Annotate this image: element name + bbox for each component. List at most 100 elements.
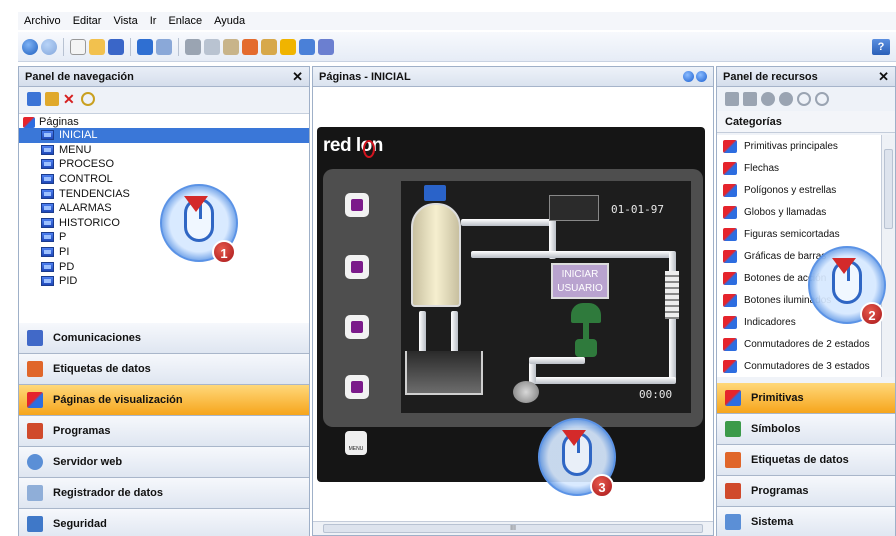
find-icon[interactable] <box>261 38 277 55</box>
copy-icon[interactable] <box>204 38 220 55</box>
hmi-side-button[interactable] <box>345 315 369 339</box>
scroll-thumb[interactable]: III <box>323 524 703 533</box>
menu-vista[interactable]: Vista <box>113 15 137 27</box>
horizontal-scrollbar[interactable]: III <box>313 521 713 535</box>
tree-item-menu[interactable]: MENU <box>19 143 309 158</box>
resources-panel-title: Panel de recursos <box>723 70 818 83</box>
home-icon[interactable] <box>725 92 739 106</box>
category-label: Globos y llamadas <box>744 206 827 218</box>
tool-icon[interactable] <box>318 38 334 55</box>
resource-programas[interactable]: Programas <box>717 476 895 507</box>
nav-servidor-web[interactable]: Servidor web <box>19 447 309 478</box>
close-icon[interactable]: ✕ <box>292 69 303 85</box>
page-icon <box>41 247 54 258</box>
hmi-menu-button[interactable]: MENU <box>345 431 367 455</box>
close-icon[interactable]: ✕ <box>878 69 889 85</box>
paste-icon[interactable] <box>223 38 239 55</box>
resource-primitivas[interactable]: Primitivas <box>717 383 895 414</box>
save-icon[interactable] <box>108 38 124 55</box>
new-folder-icon[interactable] <box>45 92 59 106</box>
toolbar-separator <box>130 37 131 56</box>
search-icon[interactable] <box>797 92 811 106</box>
menu-ir[interactable]: Ir <box>150 15 157 27</box>
tree-item-label: MENU <box>59 143 92 156</box>
help-icon[interactable]: ? <box>872 39 890 55</box>
hmi-canvas[interactable]: red lon 01-01-97 INICIAR USUARIO 00:00 M… <box>317 127 705 482</box>
resource-label: Programas <box>751 485 809 497</box>
transfer-icon[interactable] <box>280 38 296 55</box>
storage-tank[interactable] <box>411 203 461 307</box>
open-folder-icon[interactable] <box>89 38 105 55</box>
category-label: Flechas <box>744 162 780 174</box>
categories-header: Categorías <box>717 111 895 133</box>
new-page-icon[interactable] <box>27 92 41 106</box>
menu-enlace[interactable]: Enlace <box>168 15 202 27</box>
menu-editar[interactable]: Editar <box>73 15 102 27</box>
category-item[interactable]: Conmutadores de 2 estados <box>717 333 881 355</box>
tree-root-label: Páginas <box>39 116 79 128</box>
search-next-icon[interactable] <box>815 92 829 106</box>
arrow-down-icon <box>184 196 208 212</box>
resource-sistema[interactable]: Sistema <box>717 507 895 536</box>
control-valve[interactable] <box>571 303 601 359</box>
resource-etiquetas-de-datos[interactable]: Etiquetas de datos <box>717 445 895 476</box>
scroll-thumb[interactable] <box>884 149 893 229</box>
category-item[interactable]: Primitivas principales <box>717 135 881 157</box>
delete-icon[interactable]: ✕ <box>63 92 77 106</box>
page-up-icon[interactable] <box>696 71 707 82</box>
nav-programas[interactable]: Programas <box>19 416 309 447</box>
resource-simbolos[interactable]: Símbolos <box>717 414 895 445</box>
nav-label: Programas <box>53 425 111 437</box>
forward-icon[interactable] <box>779 92 793 106</box>
nav-comunicaciones[interactable]: Comunicaciones <box>19 323 309 354</box>
category-label: Primitivas principales <box>744 140 838 152</box>
category-item[interactable]: Flechas <box>717 157 881 179</box>
cut-icon[interactable] <box>185 38 201 55</box>
search-icon[interactable] <box>81 92 95 106</box>
tree-item-pid[interactable]: PID <box>19 274 309 289</box>
iniciar-usuario-button[interactable]: INICIAR USUARIO <box>551 263 609 299</box>
category-item[interactable]: Conmutadores de 3 estados <box>717 355 881 377</box>
window-alt-icon[interactable] <box>156 38 172 55</box>
category-icon <box>723 293 737 307</box>
category-label: Figuras semicortadas <box>744 228 840 240</box>
navigation-panel-title: Panel de navegación <box>25 70 134 83</box>
hmi-side-button[interactable] <box>345 375 369 399</box>
tree-root[interactable]: Páginas <box>19 114 309 128</box>
pump-icon[interactable] <box>513 381 539 403</box>
monitor-icon[interactable] <box>299 38 315 55</box>
category-item[interactable]: Polígonos y estrellas <box>717 179 881 201</box>
tree-item-proceso[interactable]: PROCESO <box>19 157 309 172</box>
hmi-date: 01-01-97 <box>611 203 664 216</box>
nav-seguridad[interactable]: Seguridad <box>19 509 309 536</box>
page-navigation <box>683 71 707 82</box>
toolbar-separator <box>63 37 64 56</box>
page-icon <box>41 130 54 141</box>
nav-etiquetas-de-datos[interactable]: Etiquetas de datos <box>19 354 309 385</box>
new-file-icon[interactable] <box>70 38 86 55</box>
scroll-grip: III <box>510 525 516 532</box>
replace-icon[interactable] <box>242 38 258 55</box>
hmi-time: 00:00 <box>639 388 673 401</box>
window-icon[interactable] <box>137 38 153 55</box>
nav-registrador-de-datos[interactable]: Registrador de datos <box>19 478 309 509</box>
nav-label: Etiquetas de datos <box>53 363 151 375</box>
pipe <box>451 311 458 353</box>
category-item[interactable]: Figuras semicortadas <box>717 223 881 245</box>
page-icon <box>41 174 54 185</box>
category-item[interactable]: Globos y llamadas <box>717 201 881 223</box>
back-icon[interactable] <box>22 38 38 55</box>
menu-ayuda[interactable]: Ayuda <box>214 15 245 27</box>
editor-panel-title: Páginas - INICIAL <box>319 70 411 83</box>
nav-paginas-de-visualizacion[interactable]: Páginas de visualización <box>19 385 309 416</box>
page-down-icon[interactable] <box>683 71 694 82</box>
tree-item-inicial[interactable]: INICIAL <box>19 128 309 143</box>
callout-1: 1 <box>160 184 238 264</box>
resource-label: Etiquetas de datos <box>751 454 849 466</box>
menu-archivo[interactable]: Archivo <box>24 15 61 27</box>
hmi-side-button[interactable] <box>345 193 369 217</box>
hmi-side-button[interactable] <box>345 255 369 279</box>
forward-icon[interactable] <box>41 38 57 55</box>
up-icon[interactable] <box>743 92 757 106</box>
back-icon[interactable] <box>761 92 775 106</box>
